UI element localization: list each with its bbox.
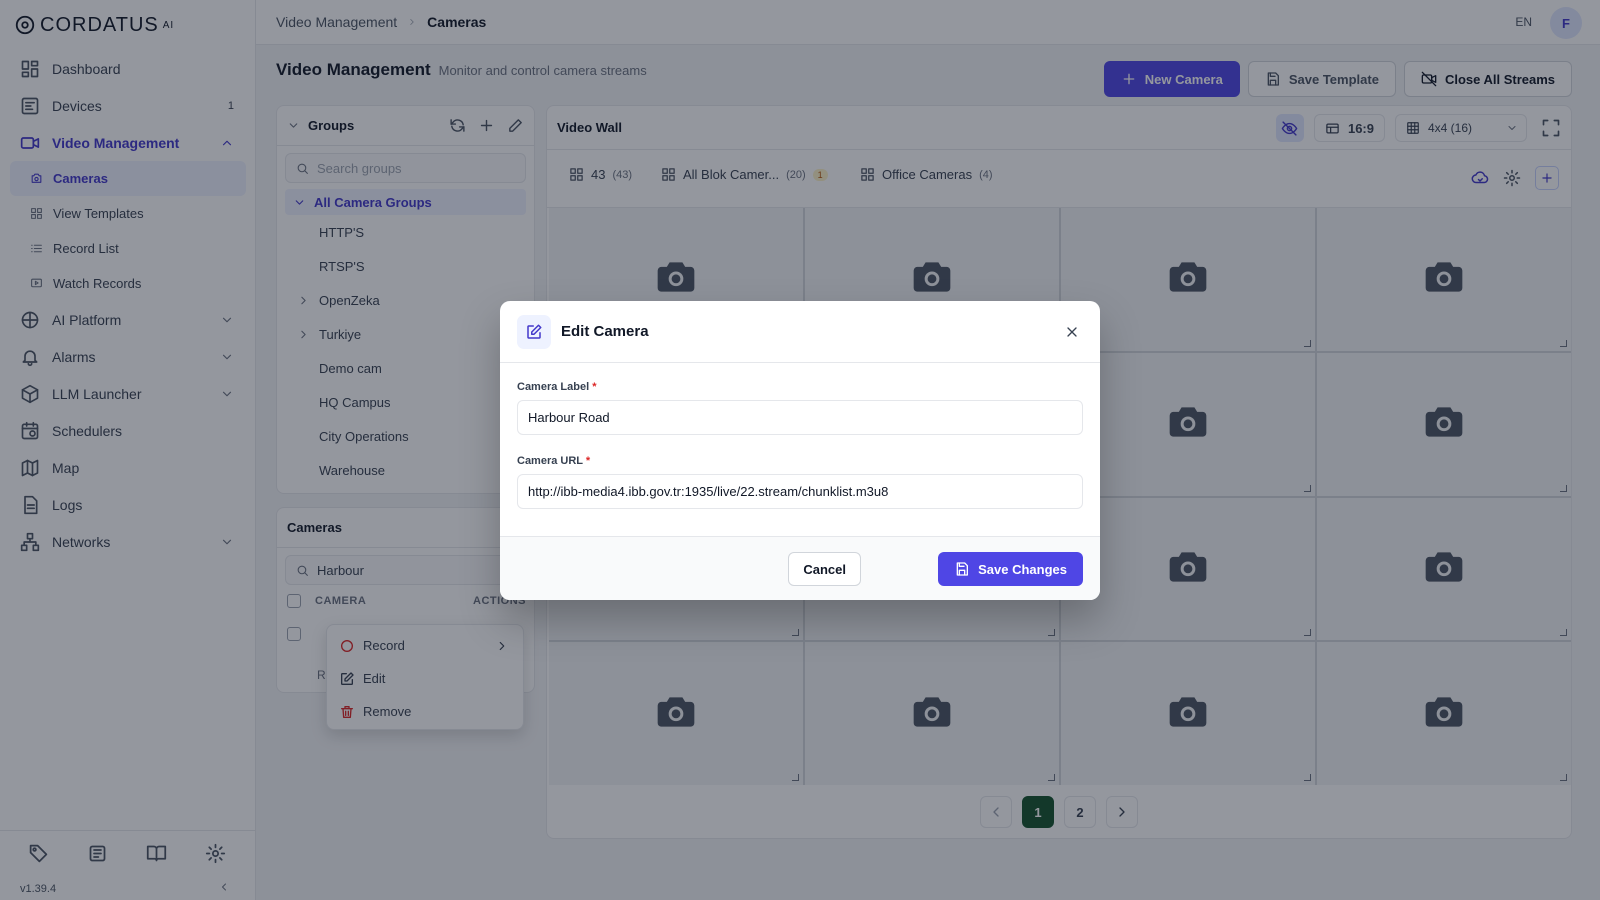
cancel-button[interactable]: Cancel (788, 552, 861, 586)
camera-label-label: Camera Label * (517, 381, 1083, 393)
camera-url-text: Camera URL (517, 455, 583, 467)
camera-label-text: Camera Label (517, 381, 590, 393)
required-mark: * (585, 455, 591, 467)
dialog-footer: Cancel Save Changes (500, 536, 1100, 600)
save-icon (956, 562, 969, 576)
edit-camera-dialog: Edit Camera Camera Label * Harbour Road … (500, 301, 1100, 600)
edit-icon (527, 324, 542, 339)
dialog-header: Edit Camera (500, 301, 1100, 363)
dialog-title: Edit Camera (561, 323, 649, 340)
close-icon[interactable] (1064, 324, 1080, 340)
dialog-edit-icon-wrap (517, 315, 551, 349)
save-changes-label: Save Changes (978, 561, 1067, 577)
camera-url-input[interactable]: http://ibb-media4.ibb.gov.tr:1935/live/2… (517, 474, 1083, 509)
dialog-body: Camera Label * Harbour Road Camera URL *… (500, 363, 1100, 509)
required-mark: * (592, 381, 597, 393)
save-changes-button[interactable]: Save Changes (938, 552, 1083, 586)
camera-label-input[interactable]: Harbour Road (517, 400, 1083, 435)
camera-url-label: Camera URL * (517, 455, 1083, 467)
